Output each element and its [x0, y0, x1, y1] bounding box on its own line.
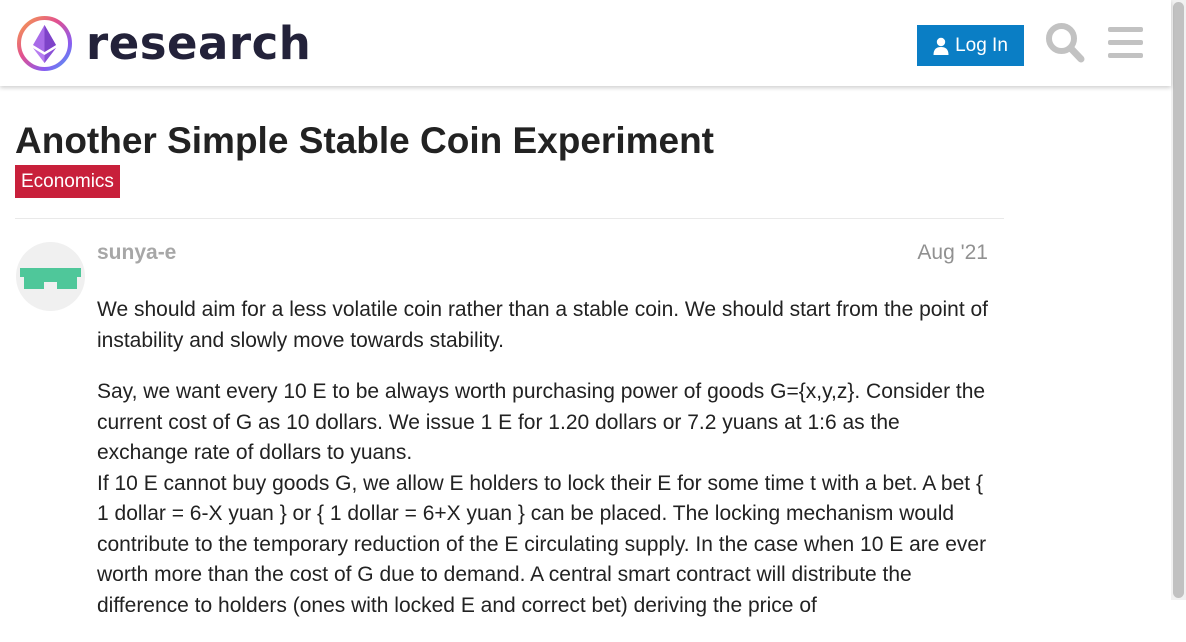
category-badge[interactable]: Economics — [15, 165, 120, 198]
title-divider — [15, 218, 1004, 219]
identicon-avatar — [16, 242, 85, 311]
post-paragraph: Say, we want every 10 E to be always wor… — [97, 380, 987, 617]
post-body: We should aim for a less volatile coin r… — [97, 295, 992, 642]
user-icon — [933, 37, 949, 55]
topic-title[interactable]: Another Simple Stable Coin Experiment — [15, 118, 714, 164]
page-scrollbar[interactable] — [1171, 0, 1186, 600]
site-header: research Log In — [0, 0, 1171, 86]
hamburger-menu-icon[interactable] — [1108, 27, 1143, 59]
site-logo[interactable]: research — [16, 15, 311, 72]
login-button[interactable]: Log In — [917, 25, 1024, 66]
search-icon[interactable] — [1045, 22, 1085, 64]
post-date[interactable]: Aug '21 — [917, 241, 988, 265]
post-username[interactable]: sunya-e — [97, 241, 176, 265]
ethereum-logo-icon — [17, 16, 72, 71]
scrollbar-thumb[interactable] — [1173, 2, 1184, 598]
login-label: Log In — [955, 34, 1008, 56]
avatar[interactable] — [16, 242, 85, 311]
post-paragraph: We should aim for a less volatile coin r… — [97, 298, 989, 352]
site-name: research — [86, 16, 312, 70]
